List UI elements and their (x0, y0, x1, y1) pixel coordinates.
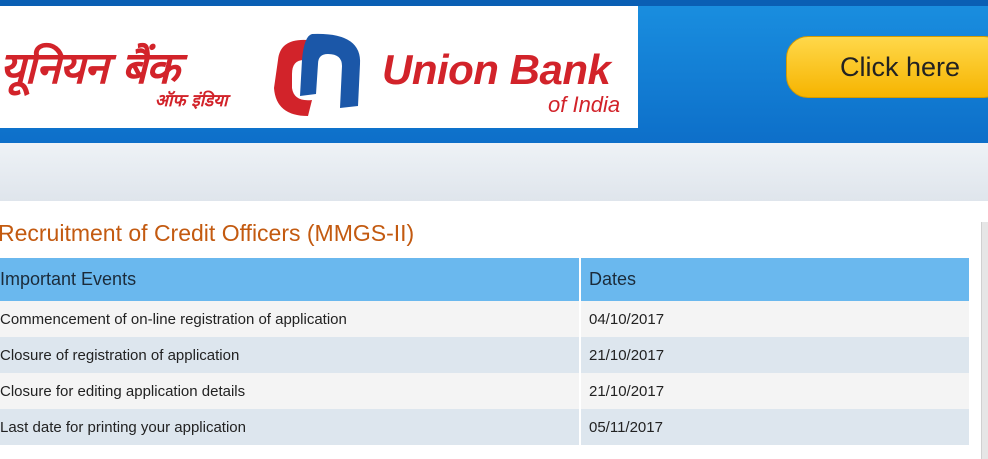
event-cell: Closure of registration of application (0, 337, 581, 373)
event-cell: Last date for printing your application (0, 409, 581, 445)
important-events-table: Important Events Dates Commencement of o… (0, 258, 969, 445)
event-cell: Closure for editing application details (0, 373, 581, 409)
date-cell: 21/10/2017 (580, 337, 969, 373)
column-header-events: Important Events (0, 258, 581, 301)
page-title: Recruitment of Credit Officers (MMGS-II) (0, 220, 415, 246)
table-row: Last date for printing your application … (0, 409, 969, 445)
date-cell: 04/10/2017 (580, 301, 969, 337)
logo-english-subtitle: of India (548, 92, 621, 117)
column-header-dates: Dates (580, 258, 969, 301)
table-row: Commencement of on-line registration of … (0, 301, 969, 337)
event-cell: Commencement of on-line registration of … (0, 301, 581, 337)
union-bank-emblem-icon (274, 33, 361, 117)
navigation-bar (0, 143, 988, 201)
logo-english-name: Union Bank (382, 46, 611, 93)
side-panel-edge (981, 222, 988, 459)
table-row: Closure for editing application details … (0, 373, 969, 409)
logo-hindi-name: यूनियन बैंक (0, 43, 180, 94)
header-banner: यूनियन बैंक ऑफ इंडिया Union Bank of Indi… (0, 0, 988, 143)
table-header-row: Important Events Dates (0, 258, 969, 301)
table-row: Closure of registration of application 2… (0, 337, 969, 373)
click-here-button[interactable]: Click here (786, 36, 988, 98)
logo-hindi-subtitle: ऑफ इंडिया (155, 91, 228, 111)
date-cell: 05/11/2017 (580, 409, 969, 445)
bank-logo[interactable]: यूनियन बैंक ऑफ इंडिया Union Bank of Indi… (0, 6, 638, 128)
date-cell: 21/10/2017 (580, 373, 969, 409)
